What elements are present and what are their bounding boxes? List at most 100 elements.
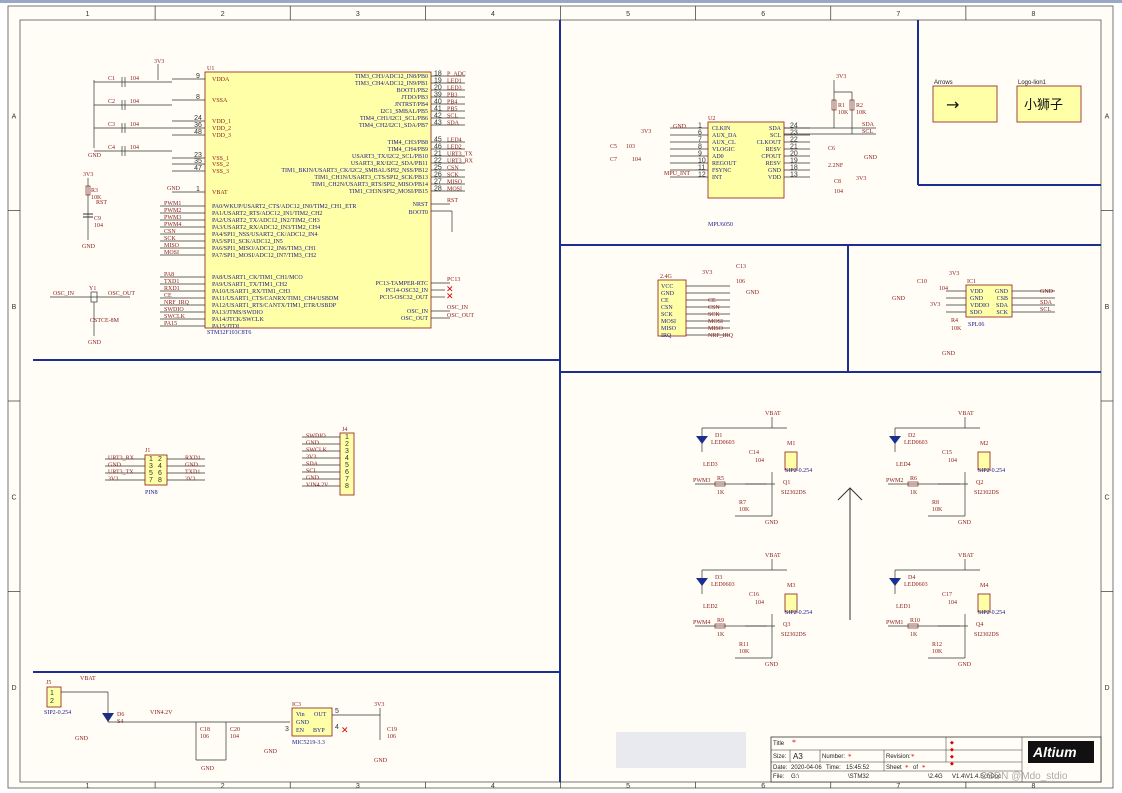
spl-pin: SCK bbox=[996, 310, 1008, 316]
svg-text:2: 2 bbox=[50, 698, 54, 705]
motor-part: SIP2-0.254 bbox=[978, 468, 1005, 474]
mpu-pin-number: 21 bbox=[790, 144, 798, 151]
mcu-pin-number: 26 bbox=[434, 172, 442, 179]
mcu-io-net: LED3 bbox=[447, 86, 462, 92]
j4-net: SDA bbox=[306, 462, 319, 468]
net-osc-out: OSC_OUT bbox=[447, 313, 474, 319]
mosfet-ref: Q1 bbox=[783, 480, 790, 486]
c13-ref: C13 bbox=[736, 264, 746, 270]
mpu-ref: U2 bbox=[708, 116, 715, 122]
mosfet-part: SI2302DS bbox=[974, 632, 999, 638]
mpu-pin: FSYNC bbox=[712, 168, 731, 174]
j1-part: PIN8 bbox=[145, 490, 158, 496]
j4-pin-number: 5 bbox=[345, 462, 349, 469]
nrf-ref: 2.4G bbox=[660, 274, 673, 280]
nrf-pin: SCK bbox=[661, 312, 673, 318]
row-marker: A bbox=[1105, 113, 1110, 120]
column-marker: 2 bbox=[221, 11, 225, 18]
column-marker: 6 bbox=[761, 11, 765, 18]
svg-text:5: 5 bbox=[335, 708, 339, 715]
spl-sda-net: SDA bbox=[1040, 300, 1053, 306]
mpu-pin-number: 18 bbox=[790, 165, 798, 172]
net-rst: RST bbox=[447, 198, 458, 204]
svg-text:◆: ◆ bbox=[950, 740, 954, 746]
mcu-pin-number: 47 bbox=[194, 165, 202, 172]
j1-pin-number: 5 bbox=[149, 470, 153, 477]
ic3-byp-pin: BYP bbox=[313, 728, 325, 734]
mcu-io-net: PA8 bbox=[164, 272, 174, 278]
r3-ref: R3 bbox=[91, 188, 98, 194]
mosfet-ref: Q2 bbox=[976, 480, 983, 486]
mcu-io-pin: JTDO/PB3 bbox=[401, 95, 428, 101]
mcu-io-net: NRF_IRQ bbox=[164, 300, 190, 306]
mpu-int-net: MPU_INT bbox=[664, 171, 690, 177]
mpu-pin-number: 11 bbox=[698, 165, 705, 172]
mcu-io-net: SWCLK bbox=[164, 314, 186, 320]
mcu-pin-number: 1 bbox=[196, 186, 200, 193]
spl-scl-net: SCL bbox=[1040, 307, 1051, 313]
led-part: LED0603 bbox=[711, 440, 735, 446]
cap-ref: C14 bbox=[749, 450, 759, 456]
led-ref: D2 bbox=[908, 433, 915, 439]
net-gnd: GND bbox=[765, 520, 779, 526]
mcu-io-pin: PA15/JTDI bbox=[212, 324, 239, 330]
led-ref: D4 bbox=[908, 575, 915, 581]
logo-text: 小狮子 bbox=[1024, 98, 1063, 113]
mcu-pin-number: 25 bbox=[434, 165, 442, 172]
mcu-io-net: RXD1 bbox=[164, 286, 180, 292]
resistor-val: 10K bbox=[932, 507, 943, 513]
nrf-pin: VCC bbox=[661, 284, 673, 290]
j4-ref: J4 bbox=[342, 427, 347, 433]
resistor-val: 10K bbox=[932, 649, 943, 655]
mpu-pin: REGOUT bbox=[712, 161, 737, 167]
mcu-block: U1 STM32F103C8T6 VDDA 9 VSSA 8 VDD_1 24 VDD_2 3… bbox=[160, 66, 474, 336]
cap-ref: C1 bbox=[108, 76, 115, 82]
column-marker: 4 bbox=[491, 11, 495, 18]
row-marker: C bbox=[1104, 494, 1109, 501]
net-gnd: GND bbox=[201, 766, 215, 772]
mcu-io-pin: TIM1_CH3N/SPI2_MOSI/PB15 bbox=[349, 189, 428, 195]
mpu-pin: AUX_CL bbox=[712, 140, 736, 146]
cap-val: 104 bbox=[755, 600, 764, 606]
nrf-pin: MOSI bbox=[661, 319, 676, 325]
arrows-component: Arrows → bbox=[932, 80, 998, 123]
mpu-pin-number: 10 bbox=[698, 158, 706, 165]
column-marker: 3 bbox=[356, 11, 360, 18]
column-marker: 1 bbox=[86, 783, 90, 790]
c8-val: 104 bbox=[834, 189, 843, 195]
net-3v3: 3V3 bbox=[856, 176, 866, 182]
mcu-power-pin: VSSA bbox=[212, 98, 228, 104]
mpu-pin: CLKIN bbox=[712, 126, 731, 132]
r2-val: 10K bbox=[856, 110, 867, 116]
mcu-io-net: PWM1 bbox=[164, 201, 181, 207]
row-marker: B bbox=[12, 304, 17, 311]
mcu-io-pin: PA7/SPI1_MOSI/ADC12_IN7/TIM3_CH2 bbox=[212, 253, 316, 259]
spl-pin: SDA bbox=[996, 303, 1009, 309]
column-marker: 8 bbox=[1031, 11, 1035, 18]
mosfet-part: SI2302DS bbox=[781, 632, 806, 638]
net-gnd: GND bbox=[167, 186, 181, 192]
mcu-ref: U1 bbox=[207, 66, 214, 72]
spl-pin: CSB bbox=[997, 296, 1008, 302]
spl-pin: VDDIO bbox=[970, 303, 990, 309]
column-marker: 1 bbox=[86, 11, 90, 18]
j1-pin-number: 7 bbox=[149, 477, 153, 484]
mcu-io-net: MISO bbox=[164, 243, 180, 249]
mcu-io-net: LED1 bbox=[447, 79, 462, 85]
sheet-value: * bbox=[905, 764, 909, 772]
mcu-pin-number: 9 bbox=[196, 73, 200, 80]
ic3-vin-pin: Vin bbox=[296, 712, 305, 718]
mcu-io-pin: TIM1_CH1N/USART3_CTS/SPI2_SCK/PB13 bbox=[314, 175, 428, 181]
mcu-io-pin: PA9/USART1_TX/TIM1_CH2 bbox=[212, 282, 287, 288]
arrows-title: Arrows bbox=[934, 80, 953, 86]
j4-net: SWDIO bbox=[306, 434, 326, 440]
pwm-net: PWM1 bbox=[886, 620, 903, 626]
osc-out-net: OSC_OUT bbox=[108, 291, 135, 297]
mcu-io-pin: PA6/SPI1_MISO/ADC12_IN6/TIM3_CH1 bbox=[212, 246, 316, 252]
mpu-pin: GND bbox=[768, 168, 782, 174]
mpu-pin-number: 13 bbox=[790, 172, 798, 179]
revision-value: * bbox=[911, 753, 915, 761]
mcu-pc15-pin: PC15-OSC32_OUT bbox=[380, 295, 429, 301]
mcu-io-pin: PA8/USART1_CK/TIM1_CH1/MCO bbox=[212, 275, 303, 281]
mpu-pin-number: 1 bbox=[698, 123, 702, 130]
